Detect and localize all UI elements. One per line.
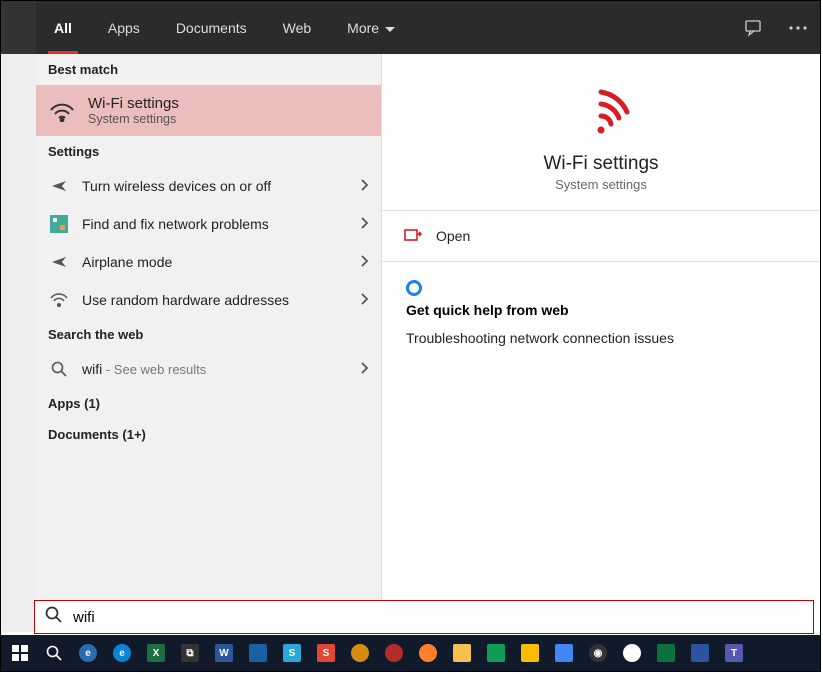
taskbar-app-icon[interactable] [379, 638, 409, 668]
taskbar-ie-icon[interactable]: e [73, 638, 103, 668]
search-box[interactable] [34, 600, 814, 634]
setting-row-label: Use random hardware addresses [82, 292, 349, 308]
open-label: Open [436, 228, 470, 244]
taskbar-keep-icon[interactable] [515, 638, 545, 668]
setting-row-label: Airplane mode [82, 254, 349, 270]
taskbar: e e X ⧉ W S S ◉ T [1, 635, 820, 671]
chevron-right-icon [361, 178, 369, 194]
taskbar-app-icon[interactable] [243, 638, 273, 668]
taskbar-calculator-icon[interactable] [685, 638, 715, 668]
help-link-troubleshooting[interactable]: Troubleshooting network connection issue… [406, 330, 796, 346]
tab-apps[interactable]: Apps [90, 1, 158, 54]
setting-airplane-mode[interactable]: Airplane mode [36, 243, 381, 281]
wifi-icon [48, 97, 76, 125]
best-match-label: Best match [36, 54, 381, 85]
wifi-icon [48, 289, 70, 311]
airplane-icon [48, 175, 70, 197]
control-panel-icon [48, 213, 70, 235]
tab-documents[interactable]: Documents [158, 1, 265, 54]
web-result-text: wifi - See web results [82, 361, 349, 377]
preview-title: Wi-Fi settings [543, 153, 658, 175]
web-result-wifi[interactable]: wifi - See web results [36, 350, 381, 388]
taskbar-word-icon[interactable]: W [209, 638, 239, 668]
start-button[interactable] [5, 638, 35, 668]
chevron-right-icon [361, 292, 369, 308]
taskbar-docs-icon[interactable] [549, 638, 579, 668]
chevron-down-icon [385, 20, 395, 36]
apps-section-label[interactable]: Apps (1) [36, 388, 381, 419]
chevron-right-icon [361, 254, 369, 270]
taskbar-store-icon[interactable]: ⧉ [175, 638, 205, 668]
taskbar-search-icon[interactable] [39, 638, 69, 668]
airplane-icon [48, 251, 70, 273]
open-action[interactable]: Open [382, 211, 820, 262]
setting-find-fix-network[interactable]: Find and fix network problems [36, 205, 381, 243]
web-result-query: wifi [82, 361, 102, 377]
more-options-icon[interactable] [776, 6, 820, 50]
taskbar-explorer-icon[interactable] [447, 638, 477, 668]
tab-web[interactable]: Web [265, 1, 330, 54]
search-icon [45, 606, 63, 629]
taskbar-edge-icon[interactable]: e [107, 638, 137, 668]
setting-random-hardware-addresses[interactable]: Use random hardware addresses [36, 281, 381, 319]
taskbar-app-icon[interactable]: S [311, 638, 341, 668]
preview-subtitle: System settings [555, 177, 647, 192]
filter-tabs: All Apps Documents Web More [1, 1, 820, 54]
taskbar-app-icon[interactable] [345, 638, 375, 668]
tab-all[interactable]: All [36, 1, 90, 54]
chevron-right-icon [361, 361, 369, 377]
best-match-result-wifi-settings[interactable]: Wi-Fi settings System settings [36, 85, 381, 136]
cortana-icon [406, 280, 422, 296]
feedback-icon[interactable] [732, 6, 776, 50]
wifi-icon-large [569, 84, 633, 143]
best-match-title: Wi-Fi settings [88, 95, 179, 112]
search-icon [48, 358, 70, 380]
taskbar-teams-icon[interactable]: T [719, 638, 749, 668]
taskbar-app-icon[interactable] [651, 638, 681, 668]
search-web-section-label: Search the web [36, 319, 381, 350]
open-icon [404, 227, 422, 245]
help-title: Get quick help from web [406, 302, 796, 318]
search-input[interactable] [73, 609, 803, 626]
tab-more[interactable]: More [329, 1, 413, 54]
best-match-subtitle: System settings [88, 112, 179, 126]
setting-turn-wireless-on-off[interactable]: Turn wireless devices on or off [36, 167, 381, 205]
taskbar-snagit-icon[interactable]: S [277, 638, 307, 668]
taskbar-sheets-icon[interactable] [481, 638, 511, 668]
chevron-right-icon [361, 216, 369, 232]
setting-row-label: Find and fix network problems [82, 216, 349, 232]
taskbar-app-icon[interactable] [617, 638, 647, 668]
preview-panel: Wi-Fi settings System settings Open Get … [381, 54, 820, 632]
taskbar-firefox-icon[interactable] [413, 638, 443, 668]
web-result-suffix: - See web results [102, 362, 206, 377]
taskbar-app-icon[interactable]: ◉ [583, 638, 613, 668]
taskbar-excel-icon[interactable]: X [141, 638, 171, 668]
settings-section-label: Settings [36, 136, 381, 167]
documents-section-label[interactable]: Documents (1+) [36, 419, 381, 450]
results-panel: Best match Wi-Fi settings System setting… [36, 54, 381, 632]
setting-row-label: Turn wireless devices on or off [82, 178, 349, 194]
tab-more-label: More [347, 20, 379, 36]
